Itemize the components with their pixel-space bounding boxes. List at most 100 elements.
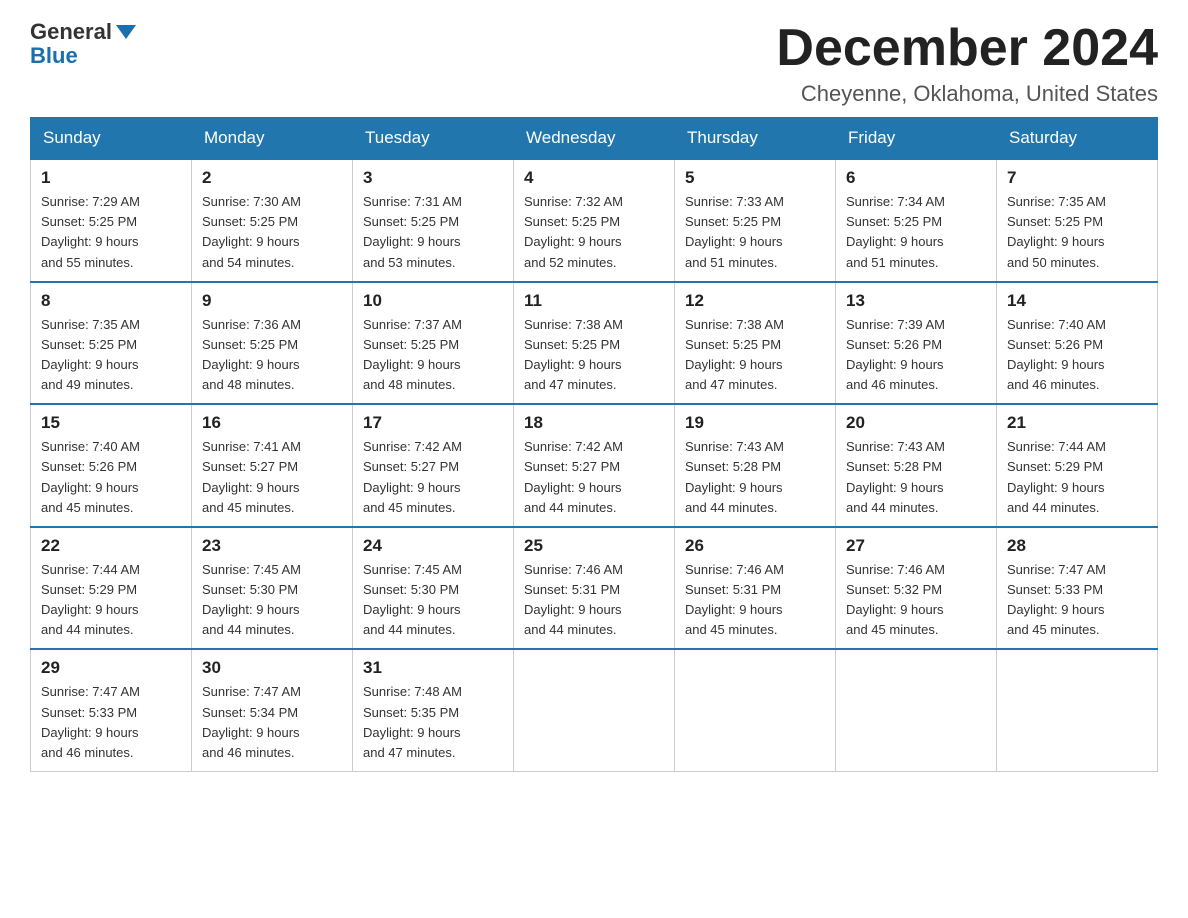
- calendar-cell: 25 Sunrise: 7:46 AMSunset: 5:31 PMDayligh…: [514, 527, 675, 650]
- day-number: 12: [685, 291, 825, 311]
- day-number: 22: [41, 536, 181, 556]
- month-title: December 2024: [776, 20, 1158, 77]
- day-info: Sunrise: 7:30 AMSunset: 5:25 PMDaylight:…: [202, 192, 342, 273]
- day-info: Sunrise: 7:44 AMSunset: 5:29 PMDaylight:…: [41, 560, 181, 641]
- calendar-cell: 8Sunrise: 7:35 AMSunset: 5:25 PMDaylight…: [31, 282, 192, 405]
- calendar-cell: 18 Sunrise: 7:42 AMSunset: 5:27 PMDayligh…: [514, 404, 675, 527]
- day-number: 28: [1007, 536, 1147, 556]
- week-row-1: 1Sunrise: 7:29 AMSunset: 5:25 PMDaylight…: [31, 159, 1158, 282]
- logo-blue-text: Blue: [30, 44, 78, 68]
- day-number: 25: [524, 536, 664, 556]
- day-info: Sunrise: 7:35 AMSunset: 5:25 PMDaylight:…: [1007, 192, 1147, 273]
- day-info: Sunrise: 7:46 AMSunset: 5:31 PMDaylight:…: [685, 560, 825, 641]
- day-number: 30: [202, 658, 342, 678]
- day-number: 2: [202, 168, 342, 188]
- day-number: 13: [846, 291, 986, 311]
- day-info: Sunrise: 7:41 AMSunset: 5:27 PMDaylight:…: [202, 437, 342, 518]
- calendar-cell: 10 Sunrise: 7:37 AMSunset: 5:25 PMDayligh…: [353, 282, 514, 405]
- day-info: Sunrise: 7:38 AMSunset: 5:25 PMDaylight:…: [524, 315, 664, 396]
- day-info: Sunrise: 7:37 AMSunset: 5:25 PMDaylight:…: [363, 315, 503, 396]
- calendar-cell: 9 Sunrise: 7:36 AMSunset: 5:25 PMDaylight…: [192, 282, 353, 405]
- day-number: 21: [1007, 413, 1147, 433]
- calendar-cell: 20 Sunrise: 7:43 AMSunset: 5:28 PMDayligh…: [836, 404, 997, 527]
- calendar-cell: 16 Sunrise: 7:41 AMSunset: 5:27 PMDayligh…: [192, 404, 353, 527]
- day-info: Sunrise: 7:45 AMSunset: 5:30 PMDaylight:…: [202, 560, 342, 641]
- day-number: 4: [524, 168, 664, 188]
- calendar-cell: 19 Sunrise: 7:43 AMSunset: 5:28 PMDayligh…: [675, 404, 836, 527]
- day-number: 14: [1007, 291, 1147, 311]
- day-info: Sunrise: 7:46 AMSunset: 5:32 PMDaylight:…: [846, 560, 986, 641]
- day-number: 19: [685, 413, 825, 433]
- day-info: Sunrise: 7:43 AMSunset: 5:28 PMDaylight:…: [685, 437, 825, 518]
- calendar-header-sunday: Sunday: [31, 118, 192, 160]
- calendar-cell: 22 Sunrise: 7:44 AMSunset: 5:29 PMDayligh…: [31, 527, 192, 650]
- calendar-cell: 23 Sunrise: 7:45 AMSunset: 5:30 PMDayligh…: [192, 527, 353, 650]
- logo-triangle-icon: [116, 25, 136, 39]
- day-info: Sunrise: 7:31 AMSunset: 5:25 PMDaylight:…: [363, 192, 503, 273]
- calendar-cell: 28 Sunrise: 7:47 AMSunset: 5:33 PMDayligh…: [997, 527, 1158, 650]
- calendar-cell: 7 Sunrise: 7:35 AMSunset: 5:25 PMDaylight…: [997, 159, 1158, 282]
- day-number: 17: [363, 413, 503, 433]
- week-row-2: 8Sunrise: 7:35 AMSunset: 5:25 PMDaylight…: [31, 282, 1158, 405]
- day-number: 20: [846, 413, 986, 433]
- calendar-header-thursday: Thursday: [675, 118, 836, 160]
- calendar-cell: 5 Sunrise: 7:33 AMSunset: 5:25 PMDaylight…: [675, 159, 836, 282]
- calendar-cell: [997, 649, 1158, 771]
- day-number: 18: [524, 413, 664, 433]
- calendar-cell: [514, 649, 675, 771]
- calendar-cell: 31 Sunrise: 7:48 AMSunset: 5:35 PMDayligh…: [353, 649, 514, 771]
- day-info: Sunrise: 7:43 AMSunset: 5:28 PMDaylight:…: [846, 437, 986, 518]
- page-header: General Blue December 2024 Cheyenne, Okl…: [30, 20, 1158, 107]
- calendar-cell: 2 Sunrise: 7:30 AMSunset: 5:25 PMDaylight…: [192, 159, 353, 282]
- day-info: Sunrise: 7:32 AMSunset: 5:25 PMDaylight:…: [524, 192, 664, 273]
- calendar-cell: 3 Sunrise: 7:31 AMSunset: 5:25 PMDaylight…: [353, 159, 514, 282]
- day-number: 3: [363, 168, 503, 188]
- day-info: Sunrise: 7:46 AMSunset: 5:31 PMDaylight:…: [524, 560, 664, 641]
- calendar-cell: 14 Sunrise: 7:40 AMSunset: 5:26 PMDayligh…: [997, 282, 1158, 405]
- day-info: Sunrise: 7:44 AMSunset: 5:29 PMDaylight:…: [1007, 437, 1147, 518]
- day-number: 9: [202, 291, 342, 311]
- day-info: Sunrise: 7:40 AMSunset: 5:26 PMDaylight:…: [41, 437, 181, 518]
- day-number: 10: [363, 291, 503, 311]
- day-number: 15: [41, 413, 181, 433]
- calendar-cell: 15 Sunrise: 7:40 AMSunset: 5:26 PMDayligh…: [31, 404, 192, 527]
- week-row-5: 29Sunrise: 7:47 AMSunset: 5:33 PMDayligh…: [31, 649, 1158, 771]
- day-number: 1: [41, 168, 181, 188]
- logo: General Blue: [30, 20, 136, 68]
- calendar-header-tuesday: Tuesday: [353, 118, 514, 160]
- day-info: Sunrise: 7:36 AMSunset: 5:25 PMDaylight:…: [202, 315, 342, 396]
- day-info: Sunrise: 7:45 AMSunset: 5:30 PMDaylight:…: [363, 560, 503, 641]
- calendar-header-saturday: Saturday: [997, 118, 1158, 160]
- day-info: Sunrise: 7:47 AMSunset: 5:34 PMDaylight:…: [202, 682, 342, 763]
- day-number: 24: [363, 536, 503, 556]
- day-number: 5: [685, 168, 825, 188]
- calendar-cell: 27Sunrise: 7:46 AMSunset: 5:32 PMDayligh…: [836, 527, 997, 650]
- day-number: 16: [202, 413, 342, 433]
- calendar-cell: 6Sunrise: 7:34 AMSunset: 5:25 PMDaylight…: [836, 159, 997, 282]
- calendar-header-wednesday: Wednesday: [514, 118, 675, 160]
- calendar-cell: [675, 649, 836, 771]
- day-info: Sunrise: 7:35 AMSunset: 5:25 PMDaylight:…: [41, 315, 181, 396]
- calendar-cell: 13Sunrise: 7:39 AMSunset: 5:26 PMDayligh…: [836, 282, 997, 405]
- week-row-4: 22 Sunrise: 7:44 AMSunset: 5:29 PMDayligh…: [31, 527, 1158, 650]
- calendar-cell: 11Sunrise: 7:38 AMSunset: 5:25 PMDayligh…: [514, 282, 675, 405]
- calendar-cell: 29Sunrise: 7:47 AMSunset: 5:33 PMDayligh…: [31, 649, 192, 771]
- day-info: Sunrise: 7:48 AMSunset: 5:35 PMDaylight:…: [363, 682, 503, 763]
- week-row-3: 15 Sunrise: 7:40 AMSunset: 5:26 PMDayligh…: [31, 404, 1158, 527]
- calendar-header-monday: Monday: [192, 118, 353, 160]
- day-info: Sunrise: 7:33 AMSunset: 5:25 PMDaylight:…: [685, 192, 825, 273]
- logo-general-text: General: [30, 20, 112, 44]
- day-number: 7: [1007, 168, 1147, 188]
- calendar-cell: 1Sunrise: 7:29 AMSunset: 5:25 PMDaylight…: [31, 159, 192, 282]
- day-number: 23: [202, 536, 342, 556]
- calendar-header-friday: Friday: [836, 118, 997, 160]
- calendar-header-row: SundayMondayTuesdayWednesdayThursdayFrid…: [31, 118, 1158, 160]
- day-info: Sunrise: 7:42 AMSunset: 5:27 PMDaylight:…: [524, 437, 664, 518]
- calendar-cell: 24 Sunrise: 7:45 AMSunset: 5:30 PMDayligh…: [353, 527, 514, 650]
- day-number: 31: [363, 658, 503, 678]
- calendar-cell: 30 Sunrise: 7:47 AMSunset: 5:34 PMDayligh…: [192, 649, 353, 771]
- day-number: 26: [685, 536, 825, 556]
- day-info: Sunrise: 7:47 AMSunset: 5:33 PMDaylight:…: [1007, 560, 1147, 641]
- calendar-cell: [836, 649, 997, 771]
- day-info: Sunrise: 7:40 AMSunset: 5:26 PMDaylight:…: [1007, 315, 1147, 396]
